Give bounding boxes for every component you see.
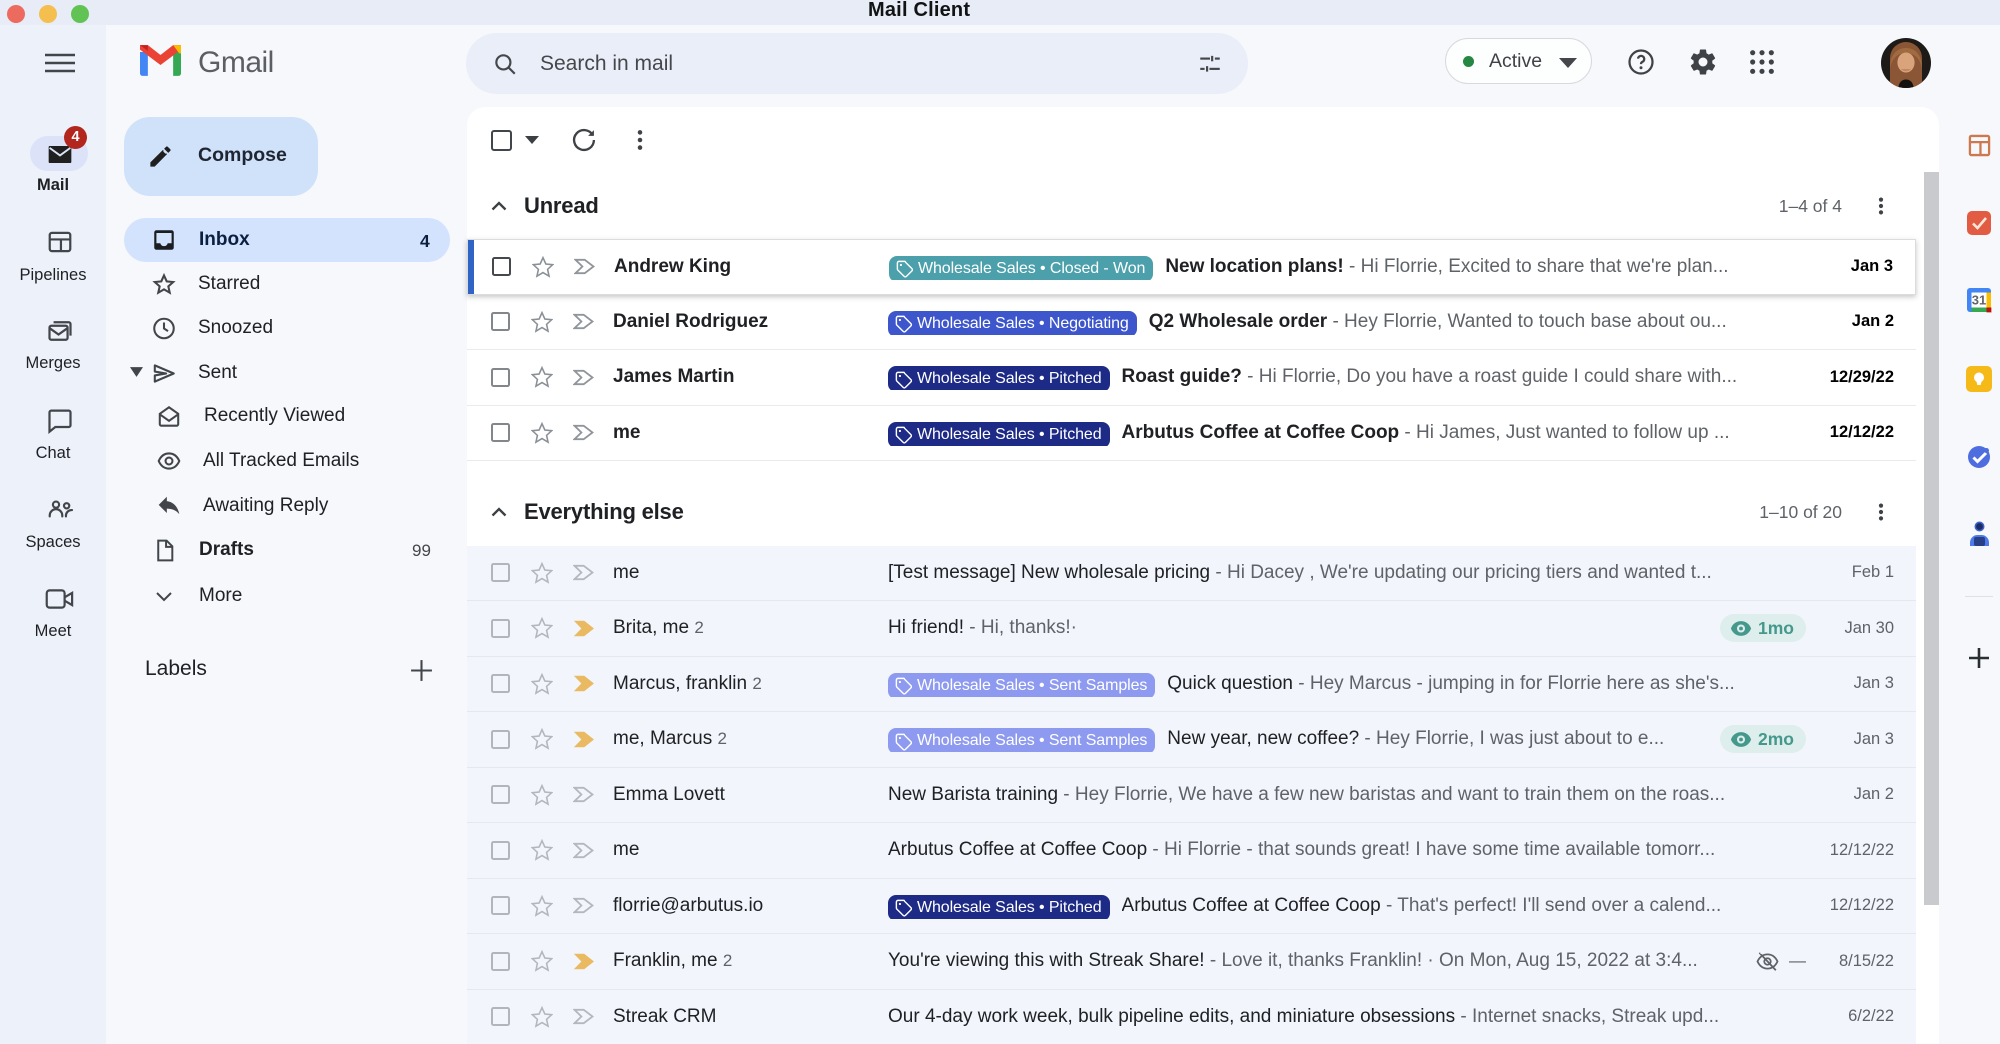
svg-text:31: 31 — [1972, 293, 1986, 308]
